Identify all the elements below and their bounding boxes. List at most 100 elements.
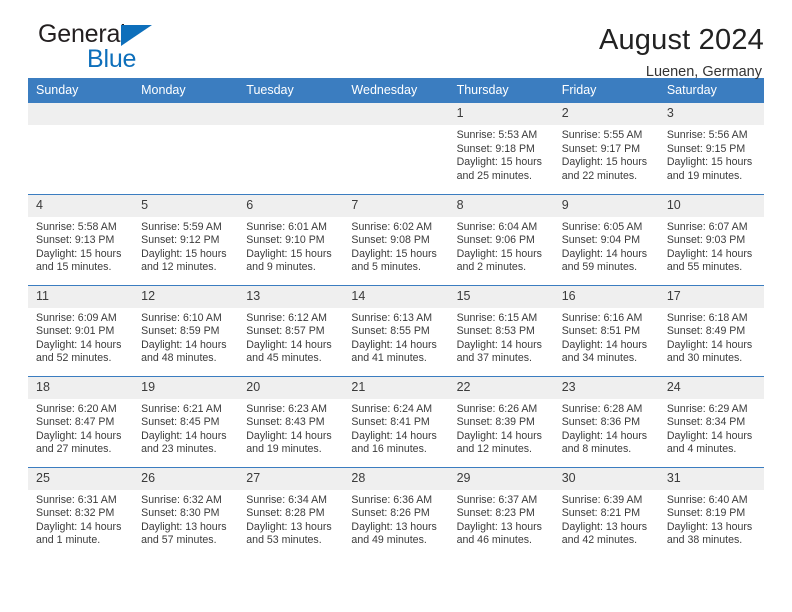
daylight-text-line1: Daylight: 14 hours [666, 429, 753, 442]
day-sun-info: Sunrise: 6:39 AM Sunset: 8:21 PM Daylight:… [554, 490, 659, 548]
calendar-week-row: 11 Sunrise: 6:09 AM Sunset: 9:01 PM Dayligh… [28, 284, 764, 376]
calendar-day-cell[interactable]: 2 Sunrise: 5:55 AM Sunset: 9:17 PM Daylight… [553, 103, 659, 194]
daylight-text-line2: and 16 minutes. [351, 443, 427, 456]
day-sun-info: Sunrise: 6:05 AM Sunset: 9:04 PM Daylight:… [554, 217, 659, 275]
calendar-day-cell[interactable]: 14 Sunrise: 6:13 AM Sunset: 8:55 PM Dayligh… [343, 284, 449, 376]
daylight-text-line2: and 23 minutes. [141, 443, 217, 456]
sunrise-text: Sunrise: 6:15 AM [456, 311, 538, 324]
calendar-day-cell[interactable]: 19 Sunrise: 6:21 AM Sunset: 8:45 PM Dayligh… [133, 375, 239, 467]
calendar-day-cell[interactable]: 8 Sunrise: 6:04 AM Sunset: 9:06 PM Daylight… [448, 193, 554, 285]
daylight-text-line2: and 34 minutes. [561, 352, 638, 365]
sunrise-text: Sunrise: 6:20 AM [36, 402, 117, 415]
calendar-day-cell[interactable]: 16 Sunrise: 6:16 AM Sunset: 8:51 PM Dayligh… [553, 284, 659, 376]
daylight-text-line2: and 15 minutes. [36, 261, 112, 274]
sunset-text: Sunset: 8:21 PM [561, 507, 641, 520]
calendar-day-cell[interactable]: 18 Sunrise: 6:20 AM Sunset: 8:47 PM Dayligh… [28, 375, 134, 467]
daylight-text-line2: and 4 minutes. [666, 443, 737, 456]
calendar-day-cell[interactable]: 21 Sunrise: 6:24 AM Sunset: 8:41 PM Dayligh… [343, 375, 449, 467]
sunrise-text: Sunrise: 6:23 AM [246, 402, 327, 415]
calendar-day-cell-empty [343, 103, 449, 194]
calendar-day-cell[interactable]: 5 Sunrise: 5:59 AM Sunset: 9:12 PM Daylight… [133, 193, 239, 285]
day-number: 16 [553, 285, 659, 308]
calendar-day-cell[interactable]: 29 Sunrise: 6:37 AM Sunset: 8:23 PM Dayligh… [448, 466, 554, 558]
sunset-text: Sunset: 9:12 PM [141, 234, 220, 247]
daylight-text-line1: Daylight: 14 hours [351, 429, 437, 442]
sunset-text: Sunset: 9:03 PM [666, 234, 746, 247]
daylight-text-line1: Daylight: 14 hours [36, 520, 122, 533]
calendar-day-cell[interactable]: 9 Sunrise: 6:05 AM Sunset: 9:04 PM Daylight… [553, 193, 659, 285]
daylight-text-line1: Daylight: 13 hours [141, 520, 227, 533]
calendar-body: 1 Sunrise: 5:53 AM Sunset: 9:18 PM Daylight… [28, 103, 764, 558]
calendar-day-cell[interactable]: 22 Sunrise: 6:26 AM Sunset: 8:39 PM Dayligh… [448, 375, 554, 467]
calendar-day-cell[interactable]: 27 Sunrise: 6:34 AM Sunset: 8:28 PM Dayligh… [238, 466, 344, 558]
calendar-day-cell[interactable]: 13 Sunrise: 6:12 AM Sunset: 8:57 PM Dayligh… [238, 284, 344, 376]
calendar-day-cell[interactable]: 15 Sunrise: 6:15 AM Sunset: 8:53 PM Dayligh… [448, 284, 554, 376]
calendar-day-cell[interactable]: 28 Sunrise: 6:36 AM Sunset: 8:26 PM Dayligh… [343, 466, 449, 558]
daylight-text-line1: Daylight: 14 hours [456, 429, 542, 442]
calendar-day-cell-empty [28, 103, 134, 194]
daylight-text-line1: Daylight: 14 hours [351, 338, 437, 351]
sunset-text: Sunset: 9:04 PM [561, 234, 641, 247]
sunrise-text: Sunrise: 6:18 AM [666, 311, 748, 324]
sunset-text: Sunset: 8:32 PM [36, 507, 115, 520]
daylight-text-line2: and 48 minutes. [141, 352, 217, 365]
calendar-day-cell[interactable]: 1 Sunrise: 5:53 AM Sunset: 9:18 PM Daylight… [448, 103, 554, 194]
day-number [343, 103, 449, 125]
calendar-day-cell-empty [238, 103, 344, 194]
day-sun-info: Sunrise: 6:12 AM Sunset: 8:57 PM Daylight:… [238, 308, 343, 366]
day-number: 3 [658, 103, 764, 125]
calendar-day-cell[interactable]: 7 Sunrise: 6:02 AM Sunset: 9:08 PM Daylight… [343, 193, 449, 285]
daylight-text-line1: Daylight: 14 hours [36, 429, 122, 442]
sunset-text: Sunset: 8:59 PM [141, 325, 220, 338]
day-sun-info: Sunrise: 6:07 AM Sunset: 9:03 PM Daylight:… [659, 217, 764, 275]
day-number: 29 [448, 467, 554, 490]
calendar-day-cell[interactable]: 20 Sunrise: 6:23 AM Sunset: 8:43 PM Dayligh… [238, 375, 344, 467]
day-number: 7 [343, 194, 449, 217]
day-number: 14 [343, 285, 449, 308]
day-sun-info: Sunrise: 6:02 AM Sunset: 9:08 PM Daylight:… [343, 217, 448, 275]
calendar-day-cell[interactable]: 3 Sunrise: 5:56 AM Sunset: 9:15 PM Daylight… [658, 103, 764, 194]
daylight-text-line1: Daylight: 13 hours [456, 520, 542, 533]
calendar-day-cell[interactable]: 31 Sunrise: 6:40 AM Sunset: 8:19 PM Dayligh… [658, 466, 764, 558]
day-number: 11 [28, 285, 134, 308]
sunrise-text: Sunrise: 5:59 AM [141, 220, 222, 233]
sunrise-text: Sunrise: 6:31 AM [36, 493, 117, 506]
calendar-day-cell[interactable]: 10 Sunrise: 6:07 AM Sunset: 9:03 PM Dayligh… [658, 193, 764, 285]
calendar-day-cell[interactable]: 25 Sunrise: 6:31 AM Sunset: 8:32 PM Dayligh… [28, 466, 134, 558]
day-number: 15 [448, 285, 554, 308]
daylight-text-line2: and 19 minutes. [666, 169, 743, 182]
sunrise-text: Sunrise: 6:37 AM [456, 493, 538, 506]
calendar-day-cell[interactable]: 11 Sunrise: 6:09 AM Sunset: 9:01 PM Dayligh… [28, 284, 134, 376]
day-sun-info: Sunrise: 5:58 AM Sunset: 9:13 PM Daylight:… [28, 217, 133, 275]
day-number: 8 [448, 194, 554, 217]
calendar-day-cell[interactable]: 23 Sunrise: 6:28 AM Sunset: 8:36 PM Dayligh… [553, 375, 659, 467]
sunrise-text: Sunrise: 6:29 AM [666, 402, 748, 415]
calendar-day-cell[interactable]: 17 Sunrise: 6:18 AM Sunset: 8:49 PM Dayligh… [658, 284, 764, 376]
day-sun-info: Sunrise: 6:23 AM Sunset: 8:43 PM Daylight:… [238, 399, 343, 457]
calendar-day-cell[interactable]: 6 Sunrise: 6:01 AM Sunset: 9:10 PM Daylight… [238, 193, 344, 285]
daylight-text-line2: and 12 minutes. [456, 443, 532, 456]
sunset-text: Sunset: 9:13 PM [36, 234, 115, 247]
sunrise-text: Sunrise: 6:40 AM [666, 493, 748, 506]
sunrise-text: Sunrise: 6:21 AM [141, 402, 222, 415]
daylight-text-line2: and 41 minutes. [351, 352, 427, 365]
sunrise-text: Sunrise: 6:01 AM [246, 220, 327, 233]
day-number: 12 [133, 285, 239, 308]
calendar-week-row: 1 Sunrise: 5:53 AM Sunset: 9:18 PM Daylight… [28, 103, 764, 194]
logo-text-general: General [38, 20, 126, 48]
day-number [238, 103, 344, 125]
day-number: 27 [238, 467, 344, 490]
daylight-text-line1: Daylight: 14 hours [666, 247, 753, 260]
weekday-header-monday: Monday [133, 78, 239, 103]
calendar-day-cell[interactable]: 4 Sunrise: 5:58 AM Sunset: 9:13 PM Daylight… [28, 193, 134, 285]
calendar-day-cell[interactable]: 24 Sunrise: 6:29 AM Sunset: 8:34 PM Dayligh… [658, 375, 764, 467]
calendar-day-cell[interactable]: 30 Sunrise: 6:39 AM Sunset: 8:21 PM Dayligh… [553, 466, 659, 558]
sunset-text: Sunset: 8:51 PM [561, 325, 641, 338]
calendar-day-cell[interactable]: 12 Sunrise: 6:10 AM Sunset: 8:59 PM Dayligh… [133, 284, 239, 376]
daylight-text-line2: and 52 minutes. [36, 352, 112, 365]
calendar-day-cell[interactable]: 26 Sunrise: 6:32 AM Sunset: 8:30 PM Dayligh… [133, 466, 239, 558]
sunset-text: Sunset: 9:15 PM [666, 142, 746, 155]
sunset-text: Sunset: 8:26 PM [351, 507, 430, 520]
day-sun-info: Sunrise: 6:36 AM Sunset: 8:26 PM Daylight:… [343, 490, 448, 548]
daylight-text-line2: and 45 minutes. [246, 352, 322, 365]
